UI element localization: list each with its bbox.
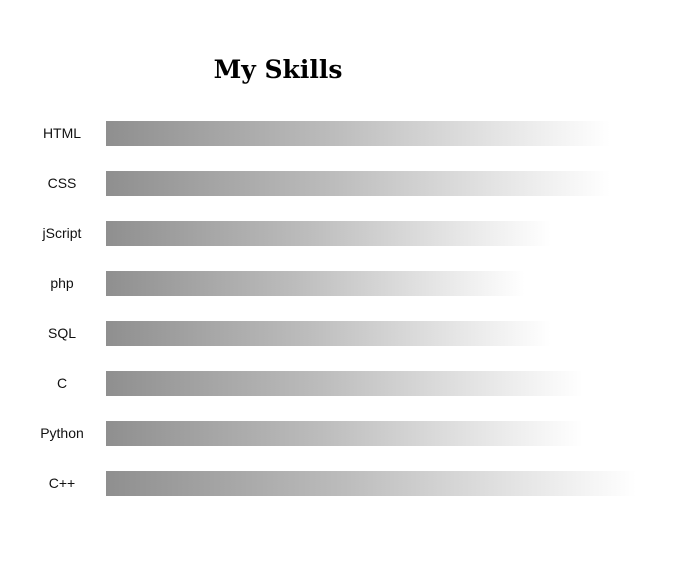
skill-bar (106, 371, 583, 396)
skill-label: HTML (42, 125, 82, 141)
page-title: My Skills (213, 55, 343, 84)
skill-row: HTML (0, 109, 674, 159)
skill-bar-track (106, 421, 636, 446)
skill-row: Python (0, 409, 674, 459)
skill-label: SQL (47, 325, 76, 341)
skills-list: HTML CSS jScript php SQL C Python C++ (0, 109, 674, 509)
skill-bar-track (106, 271, 636, 296)
skill-bar (106, 421, 583, 446)
skill-row: SQL (0, 309, 674, 359)
skill-row: C++ (0, 459, 674, 509)
skill-label: C++ (48, 475, 76, 491)
skill-row: php (0, 259, 674, 309)
skill-bar-track (106, 371, 636, 396)
skill-row: C (0, 359, 674, 409)
skill-bar-track (106, 171, 636, 196)
skill-bar (106, 121, 610, 146)
skill-bar (106, 221, 552, 246)
page: My Skills HTML CSS jScript php SQL C Python C++ (0, 0, 674, 577)
skill-bar (106, 171, 610, 196)
skill-row: jScript (0, 209, 674, 259)
skill-row: CSS (0, 159, 674, 209)
skill-bar-track (106, 221, 636, 246)
skill-label: jScript (42, 225, 82, 241)
skill-label: CSS (47, 175, 77, 191)
skill-bar-track (106, 471, 636, 496)
skill-bar (106, 471, 636, 496)
skill-label: Python (40, 425, 84, 441)
skill-bar (106, 321, 552, 346)
skill-label: php (50, 275, 74, 291)
skill-bar-track (106, 321, 636, 346)
skill-bar-track (106, 121, 636, 146)
skill-bar (106, 271, 525, 296)
skill-label: C (56, 375, 68, 391)
